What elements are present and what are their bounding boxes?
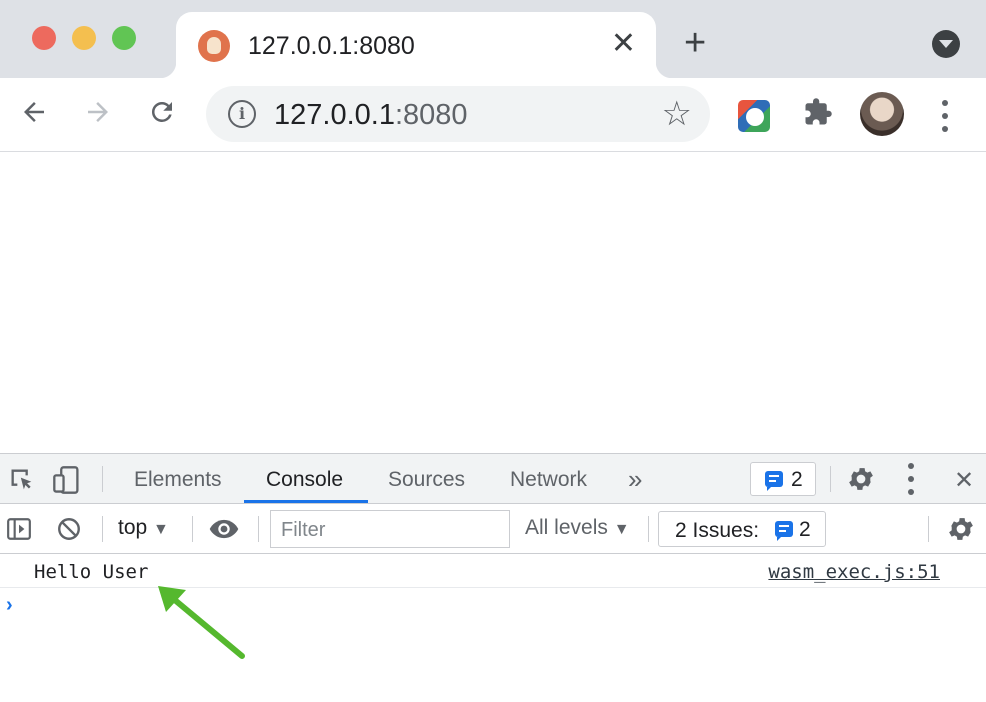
clear-console-icon[interactable]	[56, 516, 82, 547]
devtools-more-icon[interactable]	[902, 459, 920, 499]
extension-icon[interactable]	[738, 100, 770, 132]
back-arrow-icon[interactable]	[14, 92, 54, 132]
divider	[648, 516, 649, 542]
extensions-puzzle-icon[interactable]	[798, 92, 838, 132]
live-expression-eye-icon[interactable]	[208, 516, 240, 547]
settings-gear-icon[interactable]	[846, 464, 876, 494]
tab-close-icon[interactable]: ✕	[611, 28, 636, 60]
console-message-text: Hello User	[34, 561, 149, 583]
divider	[830, 466, 831, 492]
forward-arrow-icon[interactable]	[78, 92, 118, 132]
divider	[928, 516, 929, 542]
levels-value: All levels	[525, 516, 608, 539]
window-minimize-button[interactable]	[72, 26, 96, 50]
chevron-down-icon: ▼	[153, 521, 169, 538]
console-source-link[interactable]: wasm_exec.js:51	[768, 561, 940, 583]
devtools-panel: Elements Console Sources Network » 2 ✕ t…	[0, 453, 986, 702]
tab-title: 127.0.0.1:8080	[248, 32, 415, 60]
profile-avatar[interactable]	[860, 92, 904, 136]
divider	[258, 516, 259, 542]
tab-sources[interactable]: Sources	[388, 468, 465, 492]
divider	[192, 516, 193, 542]
message-bubble-tail	[767, 487, 771, 491]
context-select[interactable]: top ▼	[118, 516, 169, 540]
console-settings-gear-icon[interactable]	[946, 514, 976, 544]
issues-count: 2	[799, 518, 811, 541]
device-toolbar-icon[interactable]	[52, 466, 82, 499]
chevron-down-icon: ▼	[613, 521, 630, 538]
url-text[interactable]: 127.0.0.1:8080	[274, 99, 468, 132]
tab-network[interactable]: Network	[510, 468, 587, 492]
filter-input[interactable]: Filter	[270, 510, 510, 548]
console-message-row: Hello User wasm_exec.js:51	[0, 554, 986, 588]
inspect-element-icon[interactable]	[8, 466, 36, 499]
more-vert-icon[interactable]	[936, 96, 954, 136]
issues-label: 2 Issues:	[675, 519, 760, 542]
window-close-button[interactable]	[32, 26, 56, 50]
active-tab-indicator	[244, 500, 368, 503]
console-prompt-icon[interactable]: ›	[6, 594, 13, 617]
window-maximize-button[interactable]	[112, 26, 136, 50]
info-icon[interactable]: i	[228, 100, 256, 128]
console-toolbar: top ▼ Filter All levels ▼ 2 Issues: 2	[0, 504, 986, 554]
issues-bubble-tail	[777, 537, 781, 541]
bookmark-star-icon[interactable]: ☆	[662, 94, 692, 134]
address-bar[interactable]: i 127.0.0.1:8080 ☆	[206, 86, 710, 142]
url-port: :8080	[394, 99, 468, 131]
divider	[102, 466, 103, 492]
tab-elements[interactable]: Elements	[134, 468, 222, 492]
url-host: 127.0.0.1	[274, 99, 395, 131]
message-count: 2	[791, 468, 803, 491]
browser-toolbar: i 127.0.0.1:8080 ☆	[0, 78, 986, 152]
reload-icon[interactable]	[142, 92, 182, 132]
context-value: top	[118, 516, 148, 539]
tab-search-icon[interactable]	[932, 30, 960, 58]
divider	[102, 516, 103, 542]
favicon-icon	[198, 30, 230, 62]
tab-console[interactable]: Console	[266, 468, 343, 492]
messages-badge[interactable]: 2	[750, 462, 816, 496]
issues-bubble-icon	[775, 521, 793, 537]
tab-strip: 127.0.0.1:8080 ✕ +	[0, 0, 986, 78]
message-bubble-icon	[765, 471, 783, 487]
sidebar-toggle-icon[interactable]	[6, 516, 32, 547]
log-levels-select[interactable]: All levels ▼	[525, 516, 630, 540]
annotation-arrow	[158, 586, 245, 659]
browser-tab[interactable]: 127.0.0.1:8080 ✕	[160, 12, 672, 78]
devtools-tab-bar: Elements Console Sources Network » 2 ✕	[0, 454, 986, 504]
more-tabs-icon[interactable]: »	[628, 464, 642, 495]
devtools-close-icon[interactable]: ✕	[954, 466, 974, 495]
new-tab-button[interactable]: +	[684, 24, 706, 62]
issues-button[interactable]: 2 Issues: 2	[658, 511, 826, 547]
page-viewport	[0, 153, 986, 453]
